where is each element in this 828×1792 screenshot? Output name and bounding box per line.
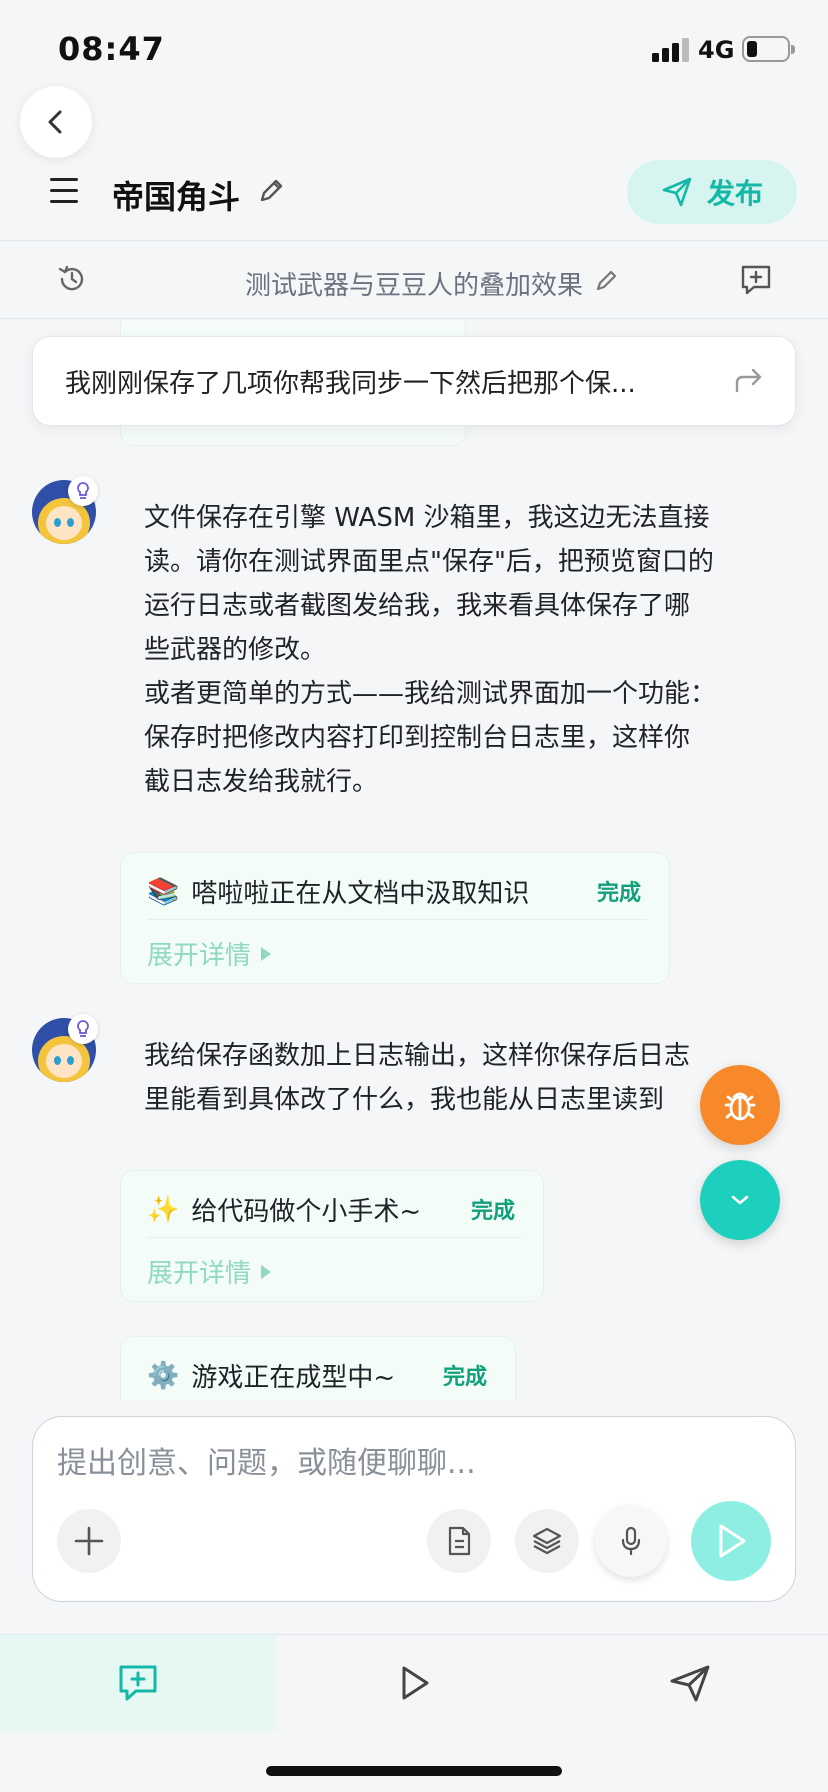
pinned-message[interactable]: 我刚刚保存了几项你帮我同步一下然后把那个保... bbox=[32, 336, 796, 426]
message-line: 运行日志或者截图发给我，我来看具体保存了哪 bbox=[144, 591, 691, 621]
bottom-nav bbox=[0, 1634, 828, 1731]
assistant-message: 我给保存函数加上日志输出，这样你保存后日志 里能看到具体改了什么，我也能从日志里… bbox=[144, 1034, 784, 1122]
assistant-message: 文件保存在引擎 WASM 沙箱里，我这边无法直接 读。请你在测试界面里点"保存"… bbox=[144, 496, 784, 804]
tab-play[interactable] bbox=[276, 1635, 552, 1731]
pinned-message-text: 我刚刚保存了几项你帮我同步一下然后把那个保... bbox=[65, 369, 636, 399]
divider bbox=[0, 318, 828, 319]
lightbulb-icon bbox=[68, 1014, 98, 1044]
battery-icon bbox=[742, 36, 795, 62]
send-button[interactable] bbox=[691, 1501, 771, 1581]
lightbulb-icon bbox=[68, 476, 98, 506]
publish-label: 发布 bbox=[706, 177, 763, 210]
task-card: ✨ 给代码做个小手术~ 完成 展开详情 bbox=[120, 1170, 544, 1302]
play-icon bbox=[719, 1524, 746, 1558]
task-status-badge: 完成 bbox=[443, 1365, 488, 1390]
plus-icon bbox=[74, 1526, 104, 1556]
chevron-down-icon bbox=[731, 1195, 749, 1205]
add-button[interactable] bbox=[57, 1509, 121, 1573]
edit-title-icon[interactable] bbox=[256, 176, 286, 206]
tab-chat[interactable] bbox=[0, 1635, 276, 1731]
microphone-icon bbox=[621, 1526, 641, 1556]
message-line: 或者更简单的方式——我给测试界面加一个功能： bbox=[144, 679, 717, 709]
tab-publish[interactable] bbox=[552, 1635, 828, 1731]
layers-button[interactable] bbox=[515, 1509, 579, 1573]
expand-details-link[interactable]: 展开详情 bbox=[147, 1253, 272, 1290]
app-screen: 08:47 4G 帝国角斗 发布 测试武器与豆豆人的叠加效果 我刚刚保存了几项你… bbox=[0, 0, 828, 1792]
task-card: 📚 嗒啦啦正在从文档中汲取知识 完成 展开详情 bbox=[120, 852, 670, 984]
document-button[interactable] bbox=[427, 1509, 491, 1573]
message-line: 我给保存函数加上日志输出，这样你保存后日志 bbox=[144, 1041, 691, 1071]
header: 帝国角斗 发布 bbox=[0, 160, 828, 240]
task-status-badge: 完成 bbox=[597, 881, 642, 906]
status-time: 08:47 bbox=[58, 30, 165, 68]
task-status-badge: 完成 bbox=[471, 1199, 516, 1224]
back-button[interactable] bbox=[20, 86, 92, 158]
expand-details-link[interactable]: 展开详情 bbox=[147, 935, 272, 972]
network-label: 4G bbox=[698, 36, 735, 64]
message-line: 里能看到具体改了什么，我也能从日志里读到 bbox=[144, 1085, 665, 1115]
message-input[interactable] bbox=[57, 1443, 757, 1483]
subheader: 测试武器与豆豆人的叠加效果 bbox=[0, 241, 828, 319]
menu-icon[interactable] bbox=[50, 178, 78, 204]
task-card-title: 给代码做个小手术~ bbox=[191, 1197, 422, 1227]
task-card-title: 游戏正在成型中~ bbox=[191, 1363, 396, 1393]
task-card-header: ⚙️ 游戏正在成型中~ bbox=[147, 1357, 395, 1394]
chat-area[interactable]: 我刚刚保存了几项你帮我同步一下然后把那个保... 文件保存在引擎 WASM 沙箱… bbox=[0, 320, 828, 1400]
bug-icon bbox=[724, 1092, 756, 1121]
gear-icon: ⚙️ bbox=[147, 1360, 180, 1391]
expand-details-label: 展开详情 bbox=[147, 941, 252, 971]
layers-icon bbox=[532, 1527, 562, 1555]
card-divider bbox=[147, 1237, 521, 1238]
conversation-title: 测试武器与豆豆人的叠加效果 bbox=[244, 271, 583, 301]
sparkles-icon: ✨ bbox=[147, 1194, 180, 1225]
debug-button[interactable] bbox=[700, 1065, 780, 1145]
message-line: 保存时把修改内容打印到控制台日志里，这样你 bbox=[144, 723, 691, 753]
composer bbox=[32, 1416, 796, 1602]
send-icon bbox=[662, 177, 692, 207]
expand-details-label: 展开详情 bbox=[147, 1259, 252, 1289]
home-indicator bbox=[266, 1766, 562, 1776]
chat-icon bbox=[119, 1665, 157, 1701]
send-icon bbox=[670, 1665, 710, 1702]
voice-button[interactable] bbox=[595, 1505, 667, 1577]
page-title: 帝国角斗 bbox=[112, 178, 241, 216]
task-card-title: 嗒啦啦正在从文档中汲取知识 bbox=[191, 879, 530, 909]
message-line: 文件保存在引擎 WASM 沙箱里，我这边无法直接 bbox=[144, 503, 710, 533]
edit-conversation-icon[interactable] bbox=[594, 267, 620, 293]
signal-icon bbox=[652, 38, 690, 62]
task-card-header: ✨ 给代码做个小手术~ bbox=[147, 1191, 421, 1228]
scroll-down-button[interactable] bbox=[700, 1160, 780, 1240]
document-icon bbox=[448, 1526, 471, 1556]
share-icon[interactable] bbox=[733, 365, 765, 395]
triangle-right-icon bbox=[261, 1264, 272, 1279]
status-bar: 08:47 4G bbox=[0, 0, 828, 96]
task-card-header: 📚 嗒啦啦正在从文档中汲取知识 bbox=[147, 873, 529, 910]
triangle-right-icon bbox=[261, 946, 272, 961]
card-divider bbox=[147, 919, 647, 920]
publish-button[interactable]: 发布 bbox=[627, 160, 797, 224]
message-line: 截日志发给我就行。 bbox=[144, 767, 379, 797]
chevron-left-icon bbox=[48, 110, 62, 134]
new-chat-icon[interactable] bbox=[738, 263, 774, 297]
play-icon bbox=[402, 1666, 429, 1700]
message-line: 读。请你在测试界面里点"保存"后，把预览窗口的 bbox=[144, 547, 714, 577]
message-line: 些武器的修改。 bbox=[144, 635, 327, 665]
books-icon: 📚 bbox=[147, 876, 180, 907]
task-card: ⚙️ 游戏正在成型中~ 完成 bbox=[120, 1336, 516, 1400]
